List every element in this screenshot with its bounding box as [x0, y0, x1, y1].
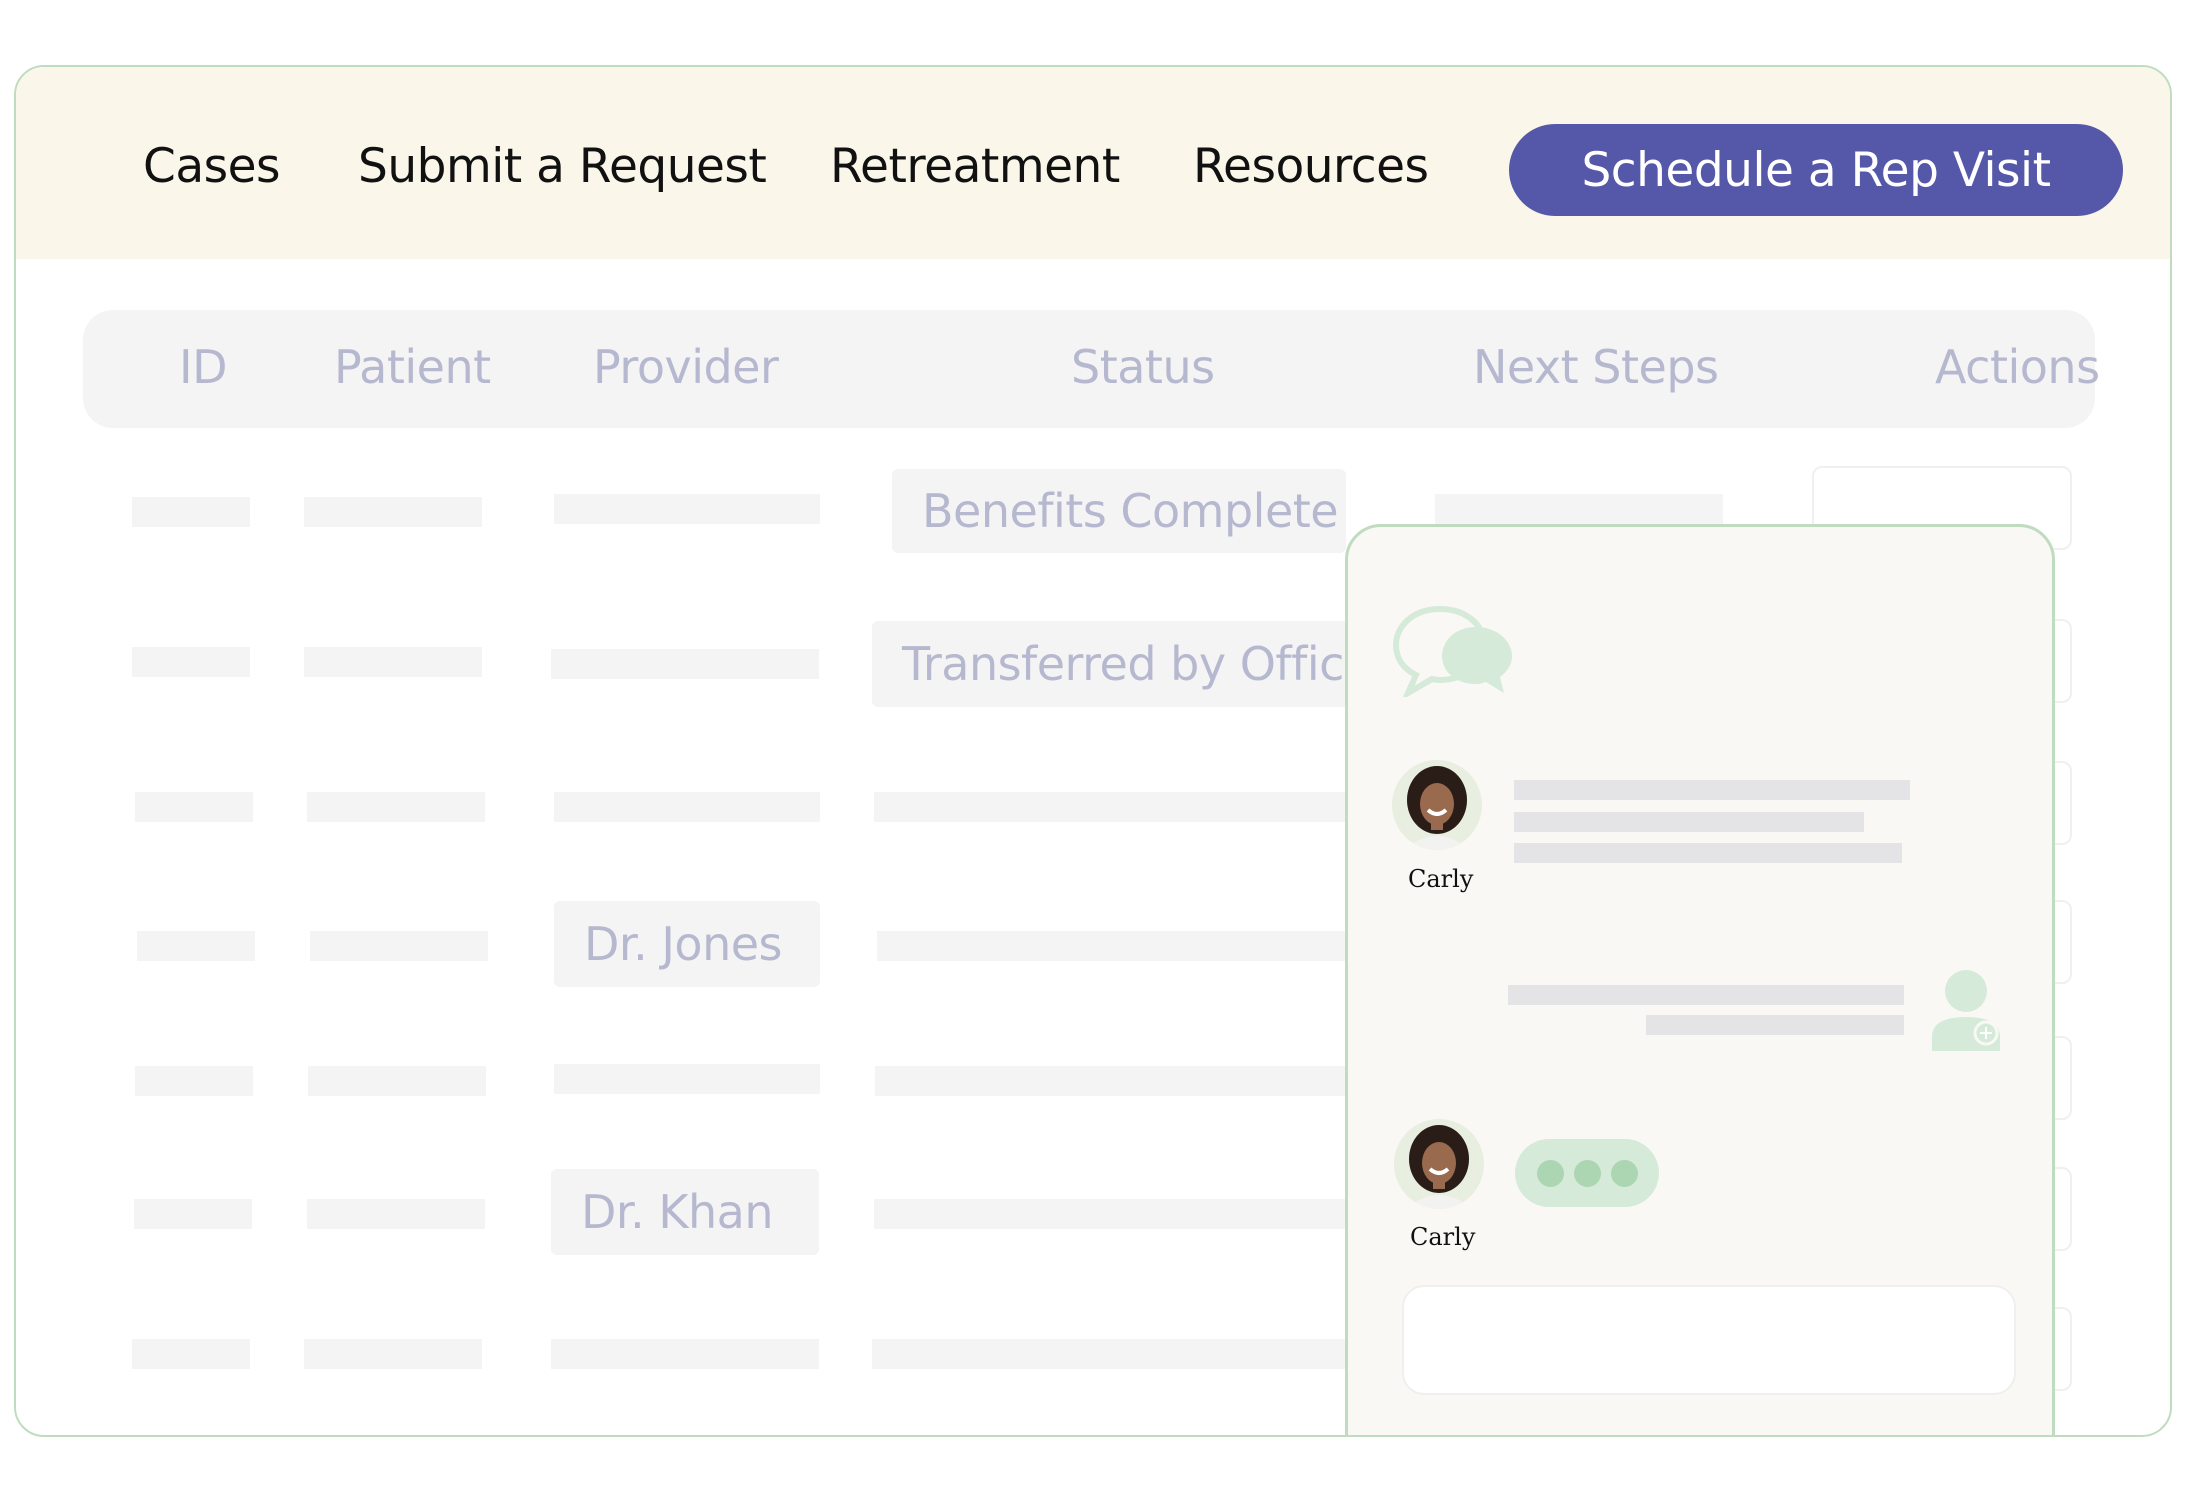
nav-link-retreatment[interactable]: Retreatment — [830, 139, 1120, 194]
user-add-icon — [1932, 970, 2000, 1051]
patient-placeholder — [307, 792, 485, 822]
status-placeholder — [874, 792, 1394, 822]
avatar — [1394, 1119, 1484, 1209]
nav-link-resources[interactable]: Resources — [1193, 139, 1429, 194]
column-header-provider[interactable]: Provider — [593, 340, 779, 394]
column-header-patient[interactable]: Patient — [334, 340, 491, 394]
status-badge: Transferred by Office — [872, 621, 1412, 707]
message-line-placeholder — [1508, 985, 1904, 1005]
id-placeholder — [135, 792, 253, 822]
typing-dot — [1536, 1159, 1564, 1187]
id-placeholder — [132, 647, 250, 677]
provider-badge: Dr. Jones — [554, 901, 820, 987]
typing-dot — [1573, 1159, 1601, 1187]
message-line-placeholder — [1646, 1015, 1904, 1035]
chat-bubbles-icon — [1392, 605, 1512, 697]
id-placeholder — [132, 497, 250, 527]
provider-placeholder — [554, 494, 820, 524]
id-placeholder — [135, 1066, 253, 1096]
app-window: Cases Submit a Request Retreatment Resou… — [14, 65, 2172, 1437]
patient-placeholder — [310, 931, 488, 961]
chat-panel: Carly Carly — [1345, 524, 2055, 1435]
patient-placeholder — [304, 1339, 482, 1369]
typing-indicator — [1515, 1139, 1659, 1207]
patient-placeholder — [304, 497, 482, 527]
status-placeholder — [874, 1199, 1394, 1229]
nav-link-cases[interactable]: Cases — [143, 139, 281, 194]
status-badge: Benefits Complete — [892, 469, 1346, 553]
column-header-status[interactable]: Status — [1071, 340, 1215, 394]
id-placeholder — [137, 931, 255, 961]
agent-portrait-icon — [1392, 760, 1482, 850]
agent-name: Carly — [1410, 1223, 1476, 1251]
nav-link-submit-request[interactable]: Submit a Request — [358, 139, 767, 194]
id-placeholder — [134, 1199, 252, 1229]
status-placeholder — [877, 931, 1397, 961]
table-header: ID Patient Provider Status Next Steps Ac… — [83, 310, 2100, 428]
typing-dot — [1610, 1159, 1638, 1187]
next-steps-placeholder — [1435, 494, 1723, 524]
id-placeholder — [132, 1339, 250, 1369]
agent-name: Carly — [1408, 865, 1474, 893]
provider-placeholder — [554, 1064, 820, 1094]
provider-placeholder — [551, 649, 819, 679]
status-placeholder — [872, 1339, 1392, 1369]
provider-placeholder — [551, 1339, 819, 1369]
column-header-next-steps[interactable]: Next Steps — [1473, 340, 1719, 394]
top-navigation: Cases Submit a Request Retreatment Resou… — [16, 67, 2170, 259]
column-header-id[interactable]: ID — [179, 340, 228, 394]
column-header-actions[interactable]: Actions — [1935, 340, 2100, 394]
agent-portrait-icon — [1394, 1119, 1484, 1209]
provider-placeholder — [554, 792, 820, 822]
status-placeholder — [875, 1066, 1395, 1096]
message-line-placeholder — [1514, 780, 1910, 800]
patient-placeholder — [304, 647, 482, 677]
message-line-placeholder — [1514, 843, 1902, 863]
patient-placeholder — [308, 1066, 486, 1096]
avatar — [1392, 760, 1482, 850]
schedule-rep-visit-button[interactable]: Schedule a Rep Visit — [1509, 124, 2123, 216]
message-line-placeholder — [1514, 812, 1864, 832]
patient-placeholder — [307, 1199, 485, 1229]
provider-badge: Dr. Khan — [551, 1169, 819, 1255]
chat-message-input[interactable] — [1402, 1285, 2016, 1395]
